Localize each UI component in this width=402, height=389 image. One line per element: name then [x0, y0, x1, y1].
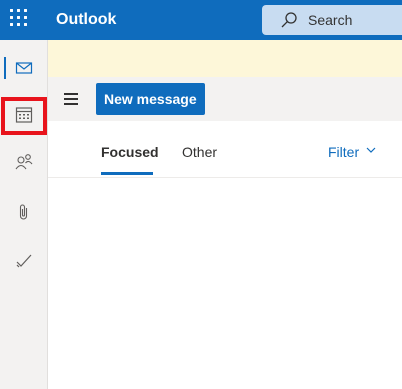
notification-banner — [48, 40, 402, 77]
new-message-button[interactable]: New message — [96, 83, 205, 115]
people-icon — [15, 154, 33, 170]
rail-item-people[interactable] — [0, 142, 48, 182]
rail-item-files[interactable] — [0, 192, 48, 232]
filter-button[interactable]: Filter — [328, 144, 359, 160]
todo-icon — [16, 254, 32, 268]
search-icon — [281, 12, 297, 28]
attachment-icon — [19, 204, 28, 220]
top-header: Outlook Search — [0, 0, 402, 40]
calendar-icon — [15, 107, 33, 123]
hamburger-icon[interactable] — [64, 93, 78, 105]
tab-other[interactable]: Other — [182, 144, 217, 160]
tab-focused-underline — [101, 172, 153, 175]
app-launcher-icon[interactable] — [9, 8, 33, 32]
mail-icon — [15, 62, 33, 74]
search-input[interactable]: Search — [308, 12, 352, 28]
tab-focused[interactable]: Focused — [101, 144, 159, 160]
active-indicator — [4, 57, 6, 79]
rail-item-todo[interactable] — [0, 241, 48, 281]
navigation-rail — [0, 40, 48, 389]
command-bar: New message — [48, 77, 402, 121]
message-list: Focused Other Filter — [48, 121, 402, 389]
inbox-tabs: Focused Other Filter — [48, 121, 402, 178]
app-title[interactable]: Outlook — [56, 11, 116, 29]
search-box[interactable]: Search — [262, 5, 402, 35]
rail-item-calendar[interactable] — [0, 97, 48, 137]
rail-item-mail[interactable] — [0, 48, 48, 88]
chevron-down-icon — [366, 147, 376, 153]
